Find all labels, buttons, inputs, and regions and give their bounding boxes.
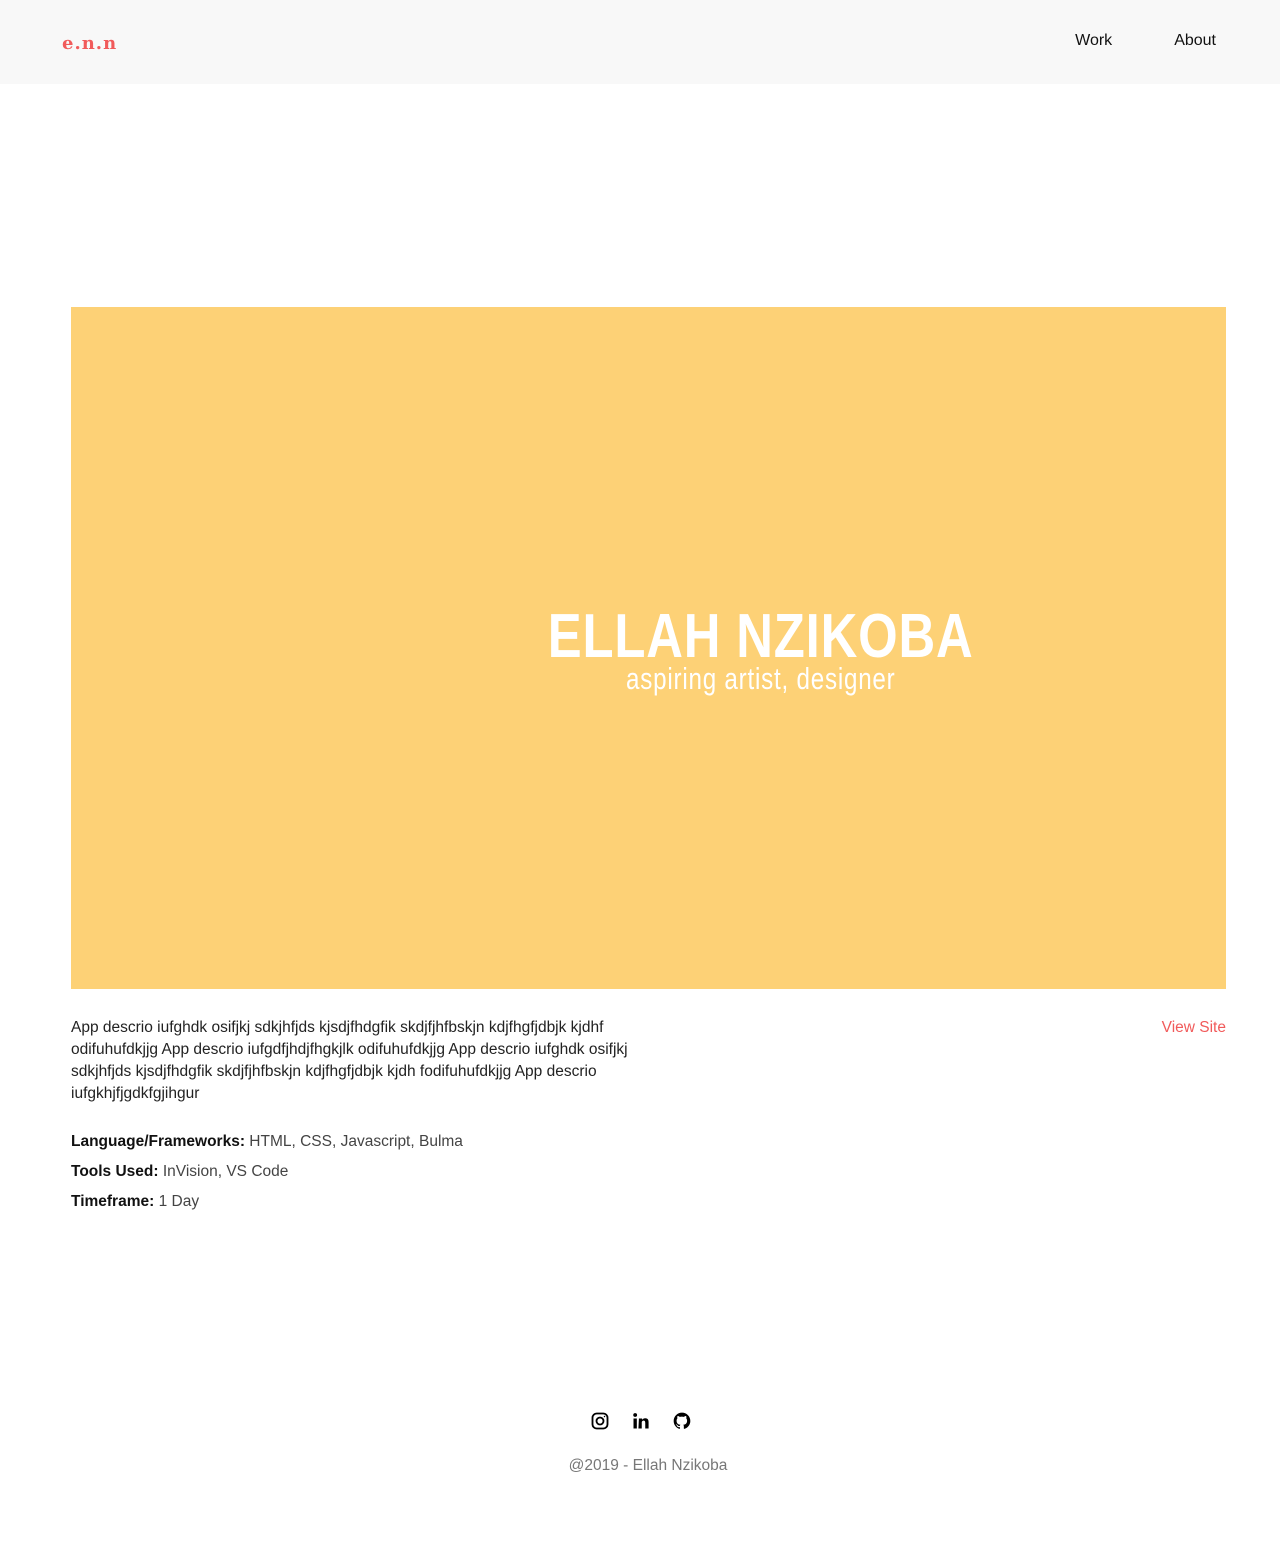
detail-label: Timeframe: (71, 1193, 155, 1210)
project-description: App descrio iufghdk osifjkj sdkjhfjds kj… (71, 1019, 628, 1102)
detail-label: Language/Frameworks: (71, 1133, 245, 1150)
detail-label: Tools Used: (71, 1163, 159, 1180)
nav-links: Work About (1075, 31, 1216, 51)
social-links (590, 1411, 692, 1431)
logo-link[interactable]: e.n.n (62, 33, 117, 55)
copyright-text: @2019 - Ellah Nzikoba (568, 1457, 728, 1474)
linkedin-icon[interactable] (631, 1411, 651, 1431)
nav-link-about[interactable]: About (1174, 31, 1216, 51)
hero-banner: ELLAH NZIKOBA aspiring artist, designer (71, 307, 1226, 989)
navbar: e.n.n Work About (0, 0, 1280, 84)
instagram-icon[interactable] (590, 1411, 610, 1431)
hero-text: ELLAH NZIKOBA aspiring artist, designer (71, 603, 1226, 697)
nav-link-work[interactable]: Work (1075, 31, 1112, 51)
detail-row-frameworks: Language/Frameworks: HTML, CSS, Javascri… (71, 1131, 463, 1161)
detail-row-timeframe: Timeframe: 1 Day (71, 1191, 463, 1221)
detail-value: 1 Day (154, 1193, 200, 1210)
hero-subtitle: aspiring artist, designer (625, 661, 896, 696)
detail-row-tools: Tools Used: InVision, VS Code (71, 1161, 463, 1191)
project-details: Language/Frameworks: HTML, CSS, Javascri… (71, 1131, 463, 1221)
detail-value: HTML, CSS, Javascript, Bulma (245, 1133, 463, 1150)
detail-value: InVision, VS Code (158, 1163, 289, 1180)
view-site-link[interactable]: View Site (1162, 1017, 1226, 1039)
github-icon[interactable] (672, 1411, 692, 1431)
